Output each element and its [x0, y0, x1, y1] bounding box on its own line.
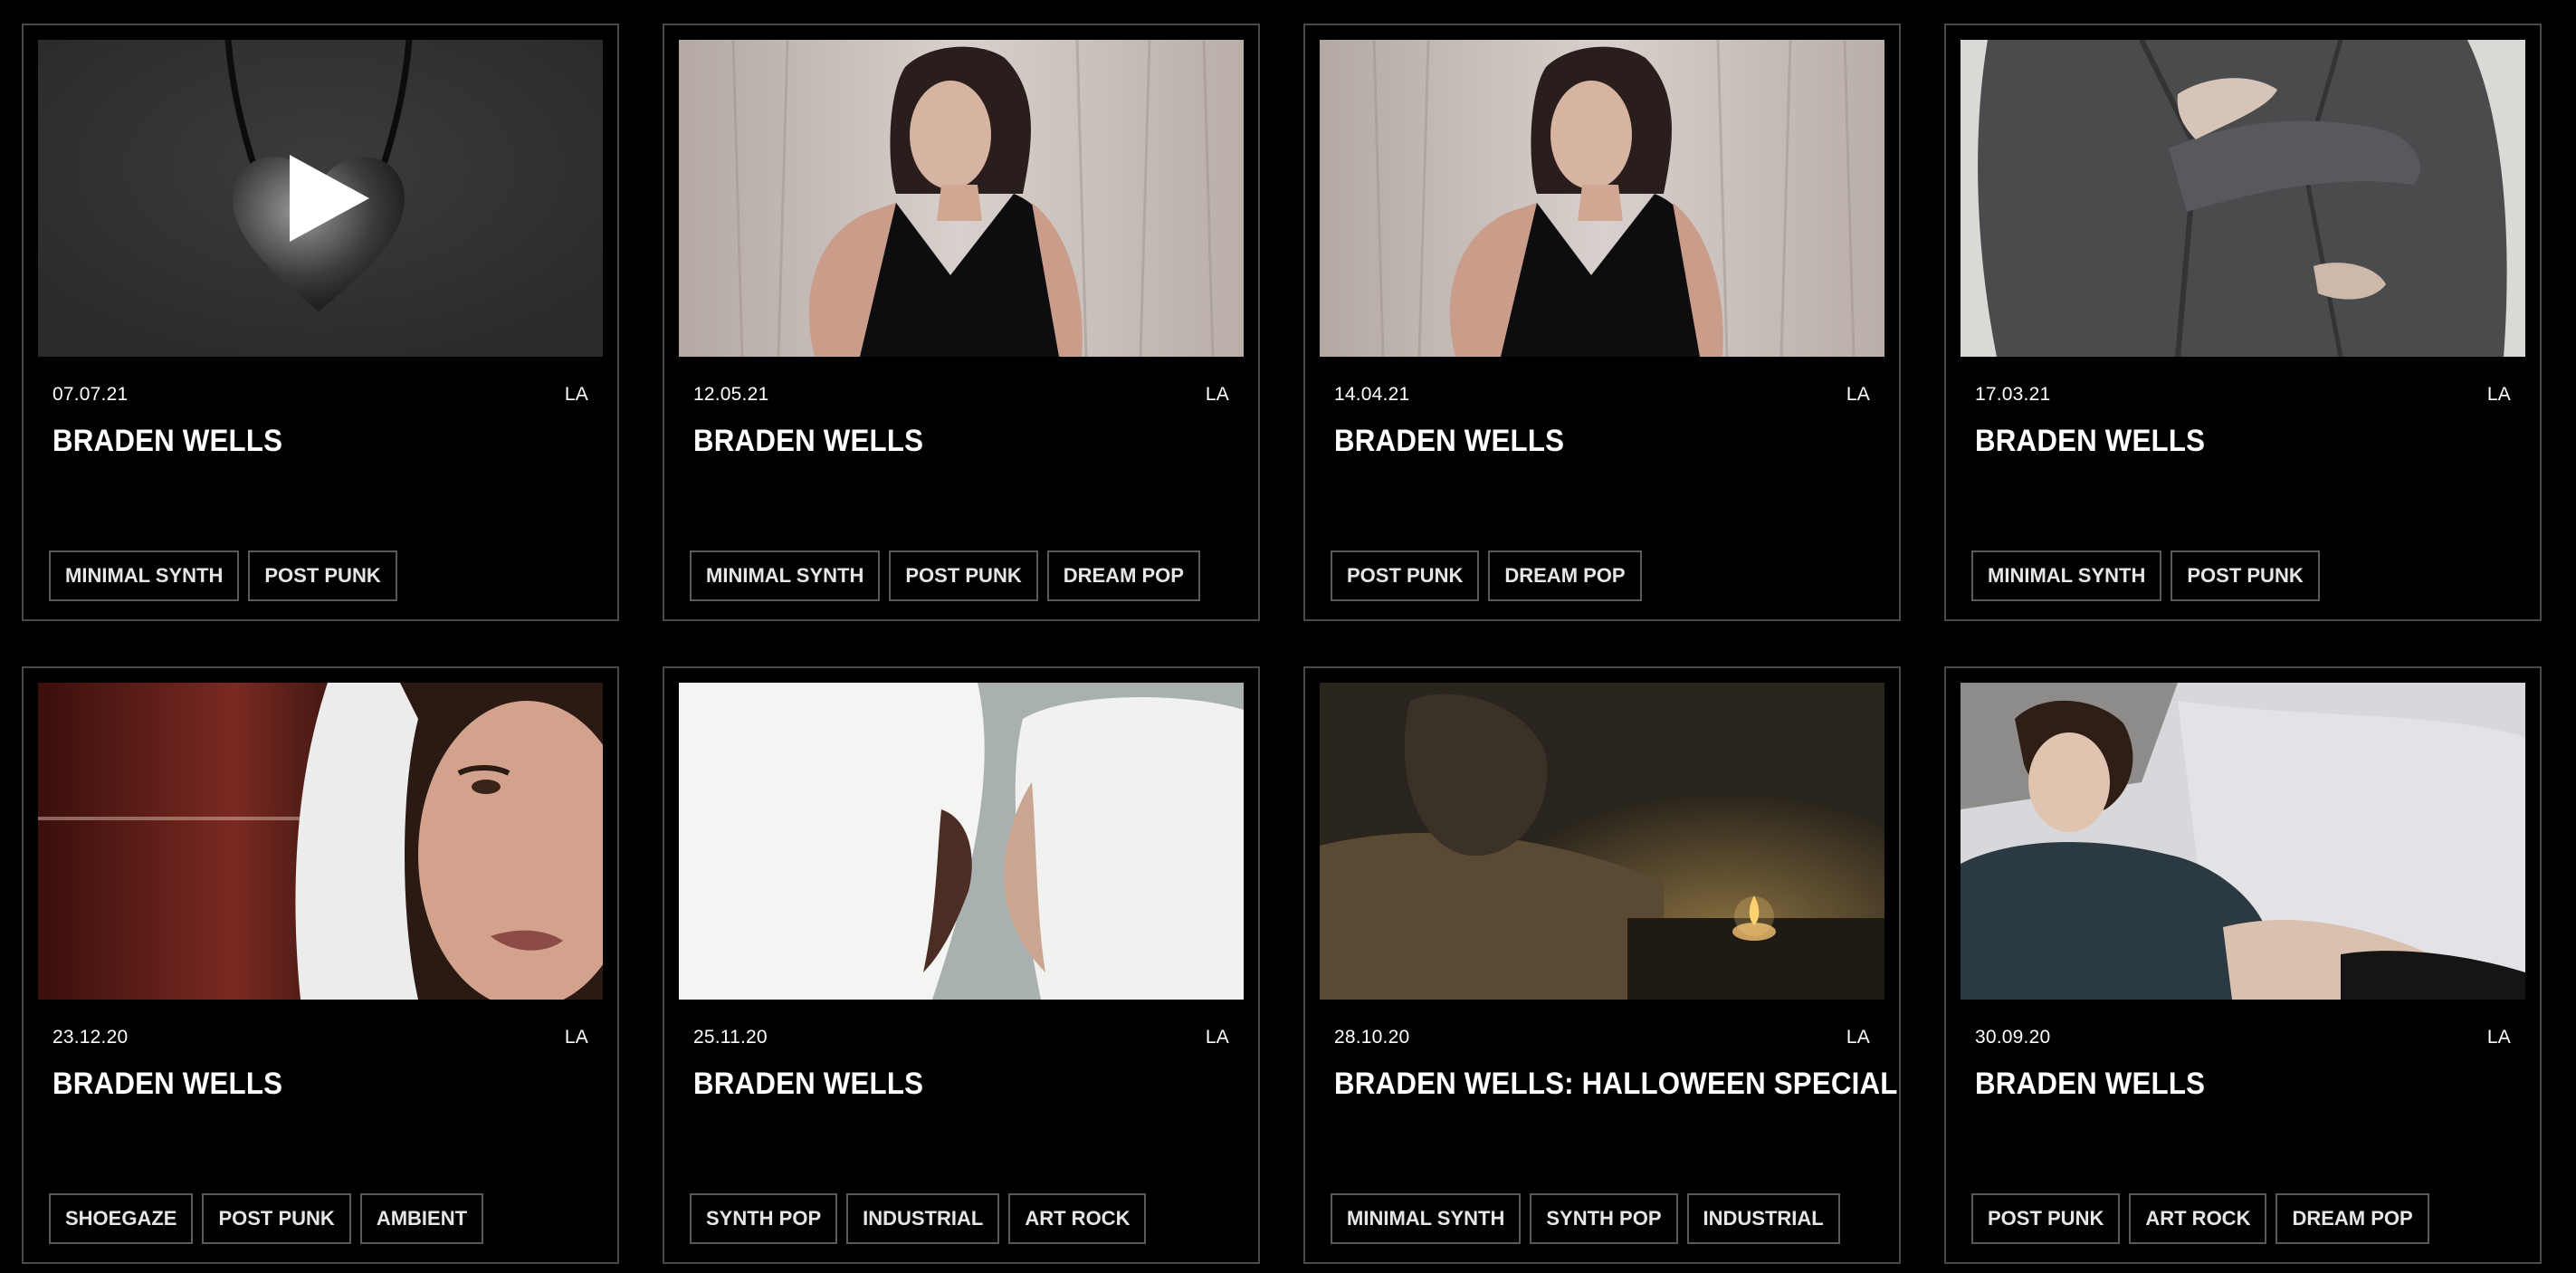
- episode-title[interactable]: BRADEN WELLS: [52, 1067, 552, 1102]
- episode-card[interactable]: 30.09.20 LA BRADEN WELLS POST PUNK ART R…: [1944, 666, 2542, 1264]
- genre-tag[interactable]: INDUSTRIAL: [846, 1193, 1000, 1244]
- episode-card[interactable]: 14.04.21 LA BRADEN WELLS POST PUNK DREAM…: [1303, 24, 1901, 621]
- episode-title[interactable]: BRADEN WELLS: [1975, 1067, 2475, 1102]
- portrait-curtain-image: [1320, 40, 1884, 357]
- candle-painting-image: [1320, 683, 1884, 1000]
- genre-tags: MINIMAL SYNTH POST PUNK: [1971, 550, 2320, 601]
- episode-city: LA: [1205, 1027, 1229, 1048]
- genre-tag[interactable]: MINIMAL SYNTH: [1971, 550, 2162, 601]
- genre-tag[interactable]: INDUSTRIAL: [1686, 1193, 1840, 1244]
- episode-title[interactable]: BRADEN WELLS: HALLOWEEN SPECIAL: [1334, 1067, 1897, 1102]
- episode-thumbnail[interactable]: [38, 683, 603, 1000]
- episode-date: 25.11.20: [693, 1027, 768, 1048]
- episode-city: LA: [1205, 384, 1229, 405]
- hooded-face-image: [38, 683, 603, 1000]
- woman-on-bed-image: [1961, 683, 2525, 1000]
- episode-title[interactable]: BRADEN WELLS: [52, 424, 552, 459]
- genre-tags: SYNTH POP INDUSTRIAL ART ROCK: [690, 1193, 1147, 1244]
- genre-tag[interactable]: ART ROCK: [1008, 1193, 1147, 1244]
- genre-tags: MINIMAL SYNTH SYNTH POP INDUSTRIAL: [1331, 1193, 1840, 1244]
- episode-date: 12.05.21: [693, 384, 769, 405]
- episode-thumbnail[interactable]: [1320, 683, 1884, 1000]
- genre-tags: MINIMAL SYNTH POST PUNK DREAM POP: [690, 550, 1200, 601]
- genre-tags: POST PUNK ART ROCK DREAM POP: [1971, 1193, 2429, 1244]
- genre-tags: POST PUNK DREAM POP: [1331, 550, 1642, 601]
- episode-thumbnail[interactable]: [679, 40, 1244, 357]
- episode-date: 30.09.20: [1975, 1027, 2051, 1048]
- episode-card[interactable]: 17.03.21 LA BRADEN WELLS MINIMAL SYNTH P…: [1944, 24, 2542, 621]
- genre-tag[interactable]: DREAM POP: [1046, 550, 1200, 601]
- genre-tag[interactable]: SYNTH POP: [690, 1193, 838, 1244]
- suit-jacket-image: [1961, 40, 2525, 357]
- episode-title[interactable]: BRADEN WELLS: [693, 1067, 1193, 1102]
- genre-tag[interactable]: MINIMAL SYNTH: [49, 550, 240, 601]
- episode-date: 07.07.21: [52, 384, 129, 405]
- hooded-kiss-image: [679, 683, 1244, 1000]
- episode-city: LA: [2486, 1027, 2511, 1048]
- genre-tag[interactable]: MINIMAL SYNTH: [1331, 1193, 1522, 1244]
- episode-date: 28.10.20: [1334, 1027, 1410, 1048]
- episode-title[interactable]: BRADEN WELLS: [693, 424, 1193, 459]
- episode-thumbnail[interactable]: [679, 683, 1244, 1000]
- genre-tag[interactable]: AMBIENT: [359, 1193, 484, 1244]
- episode-date: 14.04.21: [1334, 384, 1410, 405]
- episode-card[interactable]: 25.11.20 LA BRADEN WELLS SYNTH POP INDUS…: [663, 666, 1260, 1264]
- episode-thumbnail[interactable]: [1961, 683, 2525, 1000]
- genre-tag[interactable]: POST PUNK: [248, 550, 397, 601]
- genre-tag[interactable]: POST PUNK: [202, 1193, 351, 1244]
- genre-tags: MINIMAL SYNTH POST PUNK: [49, 550, 397, 601]
- episode-grid: 07.07.21 LA BRADEN WELLS MINIMAL SYNTH P…: [22, 24, 2542, 1264]
- genre-tag[interactable]: POST PUNK: [889, 550, 1038, 601]
- episode-card[interactable]: 07.07.21 LA BRADEN WELLS MINIMAL SYNTH P…: [22, 24, 619, 621]
- episode-title[interactable]: BRADEN WELLS: [1975, 424, 2475, 459]
- genre-tag[interactable]: MINIMAL SYNTH: [690, 550, 881, 601]
- genre-tag[interactable]: DREAM POP: [1488, 550, 1642, 601]
- episode-title[interactable]: BRADEN WELLS: [1334, 424, 1834, 459]
- episode-card[interactable]: 28.10.20 LA BRADEN WELLS: HALLOWEEN SPEC…: [1303, 666, 1901, 1264]
- genre-tag[interactable]: SHOEGAZE: [49, 1193, 194, 1244]
- episode-card[interactable]: 23.12.20 LA BRADEN WELLS SHOEGAZE POST P…: [22, 666, 619, 1264]
- episode-city: LA: [1846, 384, 1870, 405]
- episode-city: LA: [2486, 384, 2511, 405]
- episode-date: 23.12.20: [52, 1027, 129, 1048]
- genre-tags: SHOEGAZE POST PUNK AMBIENT: [49, 1193, 484, 1244]
- genre-tag[interactable]: POST PUNK: [1971, 1193, 2121, 1244]
- episode-city: LA: [564, 384, 588, 405]
- play-icon[interactable]: [290, 155, 369, 242]
- episode-thumbnail[interactable]: [1961, 40, 2525, 357]
- genre-tag[interactable]: POST PUNK: [2171, 550, 2320, 601]
- genre-tag[interactable]: ART ROCK: [2129, 1193, 2267, 1244]
- portrait-curtain-image: [679, 40, 1244, 357]
- episode-thumbnail[interactable]: [1320, 40, 1884, 357]
- genre-tag[interactable]: DREAM POP: [2275, 1193, 2429, 1244]
- genre-tag[interactable]: SYNTH POP: [1530, 1193, 1678, 1244]
- episode-thumbnail[interactable]: [38, 40, 603, 357]
- episode-city: LA: [564, 1027, 588, 1048]
- genre-tag[interactable]: POST PUNK: [1331, 550, 1480, 601]
- episode-card[interactable]: 12.05.21 LA BRADEN WELLS MINIMAL SYNTH P…: [663, 24, 1260, 621]
- episode-city: LA: [1846, 1027, 1870, 1048]
- episode-date: 17.03.21: [1975, 384, 2051, 405]
